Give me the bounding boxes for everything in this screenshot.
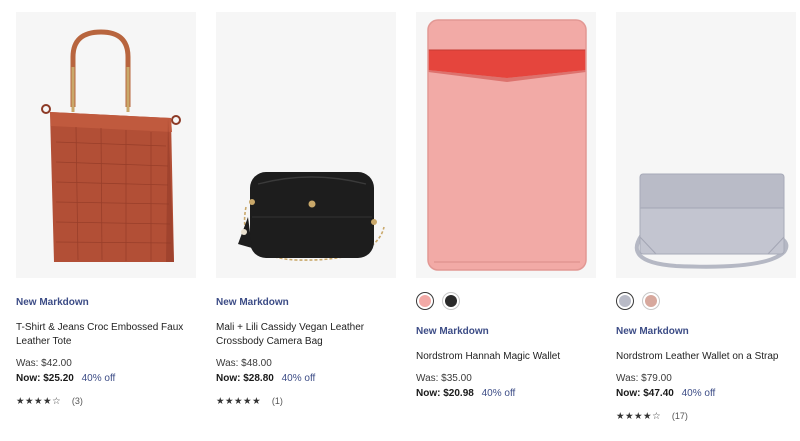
now-price: $20.98 [443, 388, 474, 399]
markdown-badge: New Markdown [216, 297, 289, 308]
markdown-badge: New Markdown [616, 326, 689, 337]
rating[interactable]: ★★★★★ (1) [216, 395, 402, 408]
color-swatches [616, 292, 660, 310]
swatch-black[interactable] [442, 292, 460, 310]
product-name[interactable]: Mali + Lili Cassidy Vegan Leather Crossb… [216, 321, 402, 349]
swatch-blush[interactable] [642, 292, 660, 310]
now-label: Now: [416, 388, 441, 399]
markdown-badge: New Markdown [416, 326, 489, 337]
star-rating-icon: ★★★★☆ [616, 411, 662, 422]
review-count: (3) [71, 396, 83, 406]
product-image[interactable] [216, 12, 396, 278]
color-swatches [416, 292, 460, 310]
now-price-row: Now: $20.98 40% off [416, 388, 602, 400]
product-name[interactable]: T-Shirt & Jeans Croc Embossed Faux Leath… [16, 321, 186, 349]
was-price: Was: $79.00 [616, 373, 672, 384]
rating[interactable]: ★★★★☆ (17) [616, 410, 800, 423]
product-image[interactable] [416, 12, 596, 278]
now-price-row: Now: $47.40 40% off [616, 388, 800, 400]
markdown-badge: New Markdown [16, 297, 89, 308]
now-label: Now: [616, 388, 641, 399]
discount-label: 40% off [81, 373, 116, 384]
discount-label: 40% off [681, 388, 716, 399]
now-price: $25.20 [43, 373, 74, 384]
wallet-on-strap-icon [634, 173, 789, 269]
review-count: (17) [671, 411, 688, 421]
now-price: $47.40 [643, 388, 674, 399]
camera-bag-icon [238, 172, 385, 261]
review-count: (1) [271, 396, 283, 406]
star-rating-icon: ★★★★★ [216, 396, 262, 407]
now-price: $28.80 [243, 373, 274, 384]
now-price-row: Now: $25.20 40% off [16, 373, 202, 385]
product-name[interactable]: Nordstrom Hannah Magic Wallet [416, 350, 596, 364]
product-image[interactable] [16, 12, 196, 278]
rating[interactable]: ★★★★☆ (3) [16, 395, 202, 408]
swatch-grey[interactable] [616, 292, 634, 310]
now-label: Now: [216, 373, 241, 384]
swatch-pink[interactable] [416, 292, 434, 310]
star-rating-icon: ★★★★☆ [16, 396, 62, 407]
product-image[interactable] [616, 12, 796, 278]
was-price: Was: $48.00 [216, 358, 272, 369]
discount-label: 40% off [281, 373, 316, 384]
croc-tote-bag-icon [41, 29, 181, 262]
discount-label: 40% off [481, 388, 516, 399]
now-price-row: Now: $28.80 40% off [216, 373, 402, 385]
magic-wallet-icon [427, 19, 587, 271]
now-label: Now: [16, 373, 41, 384]
product-name[interactable]: Nordstrom Leather Wallet on a Strap [616, 350, 800, 364]
was-price: Was: $42.00 [16, 358, 72, 369]
was-price: Was: $35.00 [416, 373, 472, 384]
